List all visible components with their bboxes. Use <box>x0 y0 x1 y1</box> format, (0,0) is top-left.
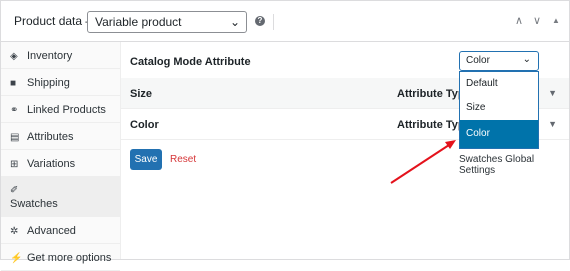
product-data-panel: Product data — Variable product ⌄ ? ∧ ∨ … <box>0 0 570 271</box>
annotation-arrow <box>390 140 456 184</box>
